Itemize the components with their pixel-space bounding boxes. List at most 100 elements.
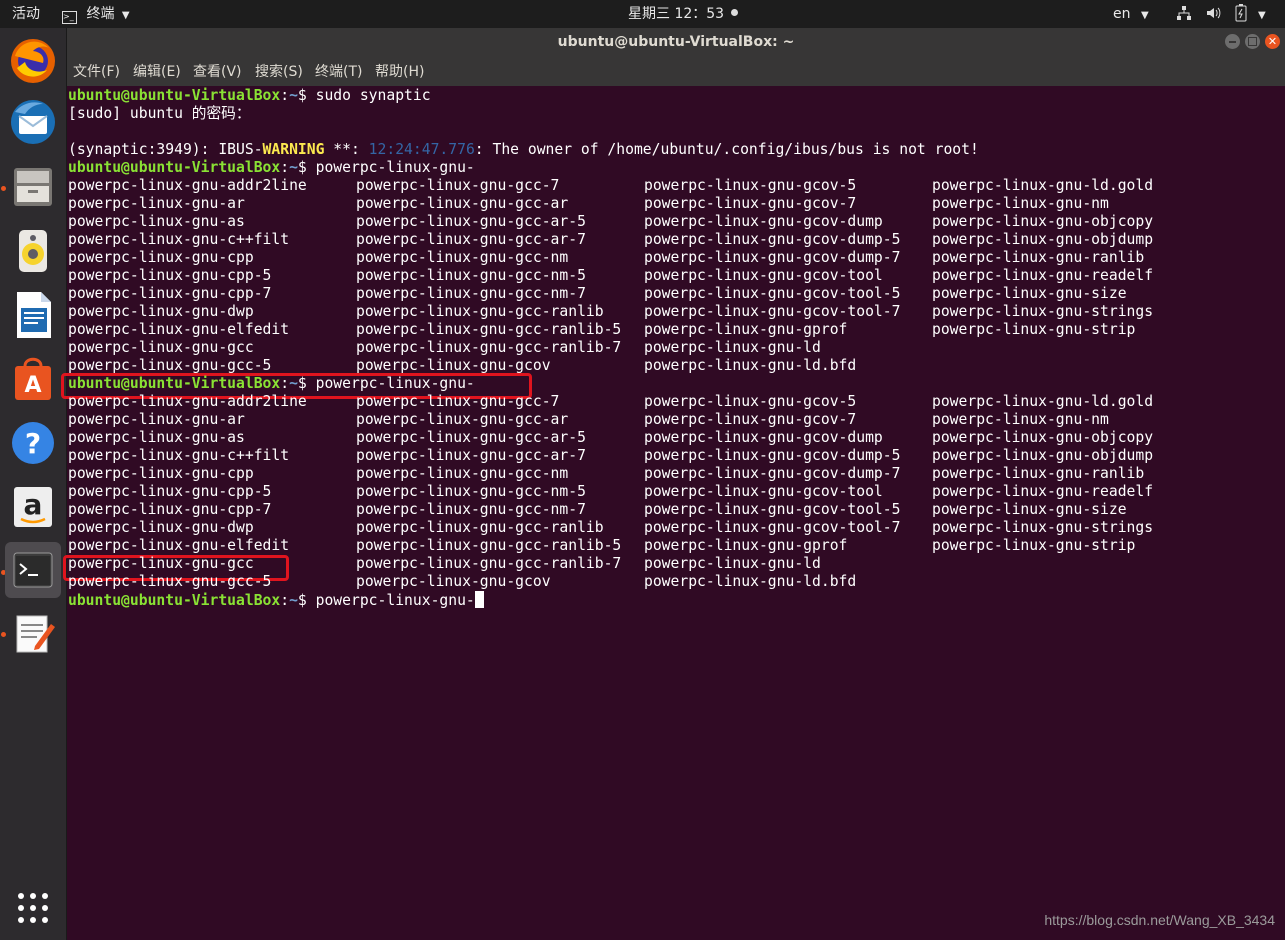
dock-show-apps[interactable] bbox=[5, 880, 61, 936]
volume-icon[interactable] bbox=[1205, 0, 1221, 28]
prompt-user: ubuntu@ubuntu-VirtualBox bbox=[68, 87, 281, 104]
completion-entry: powerpc-linux-gnu-cpp-7 bbox=[68, 501, 272, 518]
completion-row: powerpc-linux-gnu-c++filt powerpc-linux-g… bbox=[67, 447, 1267, 465]
command-text: sudo synaptic bbox=[315, 87, 431, 104]
completion-entry: powerpc-linux-gnu-objdump bbox=[932, 231, 1154, 248]
completion-entry: powerpc-linux-gnu-gcc-nm-7 bbox=[356, 285, 586, 302]
maximize-button[interactable] bbox=[1245, 34, 1260, 49]
dock-thunderbird[interactable] bbox=[5, 94, 61, 150]
firefox-icon bbox=[11, 39, 55, 83]
completion-entry: powerpc-linux-gnu-ranlib bbox=[932, 249, 1145, 266]
system-menu[interactable]: ▼ bbox=[1258, 0, 1266, 28]
completion-entry: powerpc-linux-gnu-ld.bfd bbox=[644, 357, 857, 374]
completion-entry: powerpc-linux-gnu-gcov-dump bbox=[644, 429, 883, 446]
menu-search[interactable]: 搜索(S) bbox=[255, 58, 303, 86]
completion-entry: powerpc-linux-gnu-cpp bbox=[68, 465, 254, 482]
window-titlebar[interactable]: ubuntu@ubuntu-VirtualBox: ~ ✕ bbox=[67, 28, 1285, 58]
completion-entry: powerpc-linux-gnu-elfedit bbox=[68, 537, 290, 554]
completion-row: powerpc-linux-gnu-elfedit powerpc-linux-g… bbox=[67, 321, 1267, 339]
completion-row: powerpc-linux-gnu-cpp-7 powerpc-linux-gnu… bbox=[67, 285, 1267, 303]
completion-entry: powerpc-linux-gnu-gprof bbox=[644, 537, 848, 554]
prompt-user: ubuntu@ubuntu-VirtualBox bbox=[68, 159, 281, 176]
completion-row: powerpc-linux-gnu-as powerpc-linux-gnu-gc… bbox=[67, 213, 1267, 231]
completion-entry: powerpc-linux-gnu-gcc-ranlib-5 bbox=[356, 321, 622, 338]
activities-button[interactable]: 活动 bbox=[12, 0, 40, 28]
prompt-user: ubuntu@ubuntu-VirtualBox bbox=[68, 592, 281, 609]
completion-entry: powerpc-linux-gnu-cpp-7 bbox=[68, 285, 272, 302]
clock-label: 星期三 12：53 bbox=[628, 6, 725, 22]
completion-entry: powerpc-linux-gnu-gcov-tool-5 bbox=[644, 285, 901, 302]
completion-entry: powerpc-linux-gnu-as bbox=[68, 429, 245, 446]
completion-row: powerpc-linux-gnu-gcc-5 powerpc-linux-gnu… bbox=[67, 573, 1267, 591]
dock-amazon[interactable]: a bbox=[5, 478, 61, 534]
prompt-path: ~ bbox=[289, 159, 298, 176]
completion-entry: powerpc-linux-gnu-strings bbox=[932, 303, 1154, 320]
terminal-line: (synaptic:3949): IBUS-WARNING **: 12:24:… bbox=[68, 141, 979, 159]
maximize-icon bbox=[1248, 37, 1257, 46]
dock-help[interactable]: ? bbox=[5, 414, 61, 470]
language-label: en bbox=[1113, 6, 1131, 22]
completion-entry: powerpc-linux-gnu-gcc-ar bbox=[356, 195, 569, 212]
dock-terminal[interactable] bbox=[5, 542, 61, 598]
language-indicator[interactable]: en ▼ bbox=[1113, 0, 1149, 28]
minimize-button[interactable] bbox=[1225, 34, 1240, 49]
completion-entry: powerpc-linux-gnu-cpp bbox=[68, 249, 254, 266]
menu-terminal[interactable]: 终端(T) bbox=[315, 58, 362, 86]
completion-entry: powerpc-linux-gnu-nm bbox=[932, 195, 1109, 212]
files-icon bbox=[14, 168, 52, 206]
warning-sep: **: bbox=[324, 141, 369, 158]
completion-entry: powerpc-linux-gnu-gcov bbox=[356, 573, 551, 590]
dock-software-center[interactable]: A bbox=[5, 350, 61, 406]
completion-entry: powerpc-linux-gnu-gcc-7 bbox=[356, 177, 560, 194]
completion-entry: powerpc-linux-gnu-strip bbox=[932, 321, 1136, 338]
dock-rhythmbox[interactable] bbox=[5, 222, 61, 278]
terminal-line: ubuntu@ubuntu-VirtualBox:~$ powerpc-linu… bbox=[68, 591, 484, 609]
completion-row: powerpc-linux-gnu-ar powerpc-linux-gnu-gc… bbox=[67, 195, 1267, 213]
completion-entry: powerpc-linux-gnu-readelf bbox=[932, 483, 1154, 500]
completion-entry: powerpc-linux-gnu-c++filt bbox=[68, 231, 290, 248]
terminal-area[interactable]: ubuntu@ubuntu-VirtualBox:~$ sudo synapti… bbox=[61, 86, 1285, 940]
dock-firefox[interactable] bbox=[5, 32, 61, 88]
window-title: ubuntu@ubuntu-VirtualBox: ~ bbox=[557, 34, 795, 50]
dock: A ? a bbox=[0, 28, 67, 940]
menu-help[interactable]: 帮助(H) bbox=[375, 58, 424, 86]
close-button[interactable]: ✕ bbox=[1265, 34, 1280, 49]
completion-entry: powerpc-linux-gnu-gcov-tool-7 bbox=[644, 303, 901, 320]
menu-edit[interactable]: 编辑(E) bbox=[133, 58, 181, 86]
chevron-down-icon: ▼ bbox=[121, 10, 130, 21]
dock-text-editor[interactable] bbox=[5, 606, 61, 662]
amazon-icon: a bbox=[14, 487, 52, 527]
completion-entry: powerpc-linux-gnu-gcc-nm-5 bbox=[356, 483, 586, 500]
top-bar: 活动 >_ 终端 ▼ 星期三 12：53 en ▼ ▼ bbox=[0, 0, 1285, 28]
completion-entry: powerpc-linux-gnu-strip bbox=[932, 537, 1136, 554]
app-menu[interactable]: >_ 终端 ▼ bbox=[62, 0, 130, 28]
network-icon[interactable] bbox=[1176, 0, 1192, 28]
dock-files[interactable] bbox=[5, 158, 61, 214]
completion-entry: powerpc-linux-gnu-gprof bbox=[644, 321, 848, 338]
terminal-line: ubuntu@ubuntu-VirtualBox:~$ powerpc-linu… bbox=[68, 375, 475, 392]
completion-entry: powerpc-linux-gnu-objcopy bbox=[932, 213, 1154, 230]
completion-entry: powerpc-linux-gnu-gcov-tool bbox=[644, 483, 883, 500]
dock-writer[interactable] bbox=[5, 286, 61, 342]
prompt-symbol: $ bbox=[297, 592, 316, 609]
svg-text:a: a bbox=[24, 488, 43, 521]
battery-icon[interactable] bbox=[1235, 0, 1247, 28]
clock[interactable]: 星期三 12：53 bbox=[628, 0, 738, 28]
warning-level: WARNING bbox=[262, 141, 325, 158]
close-icon: ✕ bbox=[1267, 35, 1278, 48]
completion-entry: powerpc-linux-gnu-gcc-7 bbox=[356, 393, 560, 410]
completion-entry: powerpc-linux-gnu-readelf bbox=[932, 267, 1154, 284]
completion-entry: powerpc-linux-gnu-gcc-nm-5 bbox=[356, 267, 586, 284]
warning-time: 12:24:47.776 bbox=[368, 141, 475, 158]
menu-view[interactable]: 查看(V) bbox=[193, 58, 242, 86]
menu-file[interactable]: 文件(F) bbox=[73, 58, 120, 86]
completion-entry: powerpc-linux-gnu-gcov-dump-7 bbox=[644, 249, 901, 266]
completion-entry: powerpc-linux-gnu-strings bbox=[932, 519, 1154, 536]
text-cursor bbox=[474, 591, 484, 608]
completion-entry: powerpc-linux-gnu-gcc-nm bbox=[356, 465, 569, 482]
software-center-icon: A bbox=[15, 357, 51, 400]
completion-entry: powerpc-linux-gnu-gcc-ranlib-5 bbox=[356, 537, 622, 554]
prompt-path: ~ bbox=[289, 87, 298, 104]
completion-entry: powerpc-linux-gnu-ld.gold bbox=[932, 393, 1154, 410]
completion-entry: powerpc-linux-gnu-gcov-tool-5 bbox=[644, 501, 901, 518]
